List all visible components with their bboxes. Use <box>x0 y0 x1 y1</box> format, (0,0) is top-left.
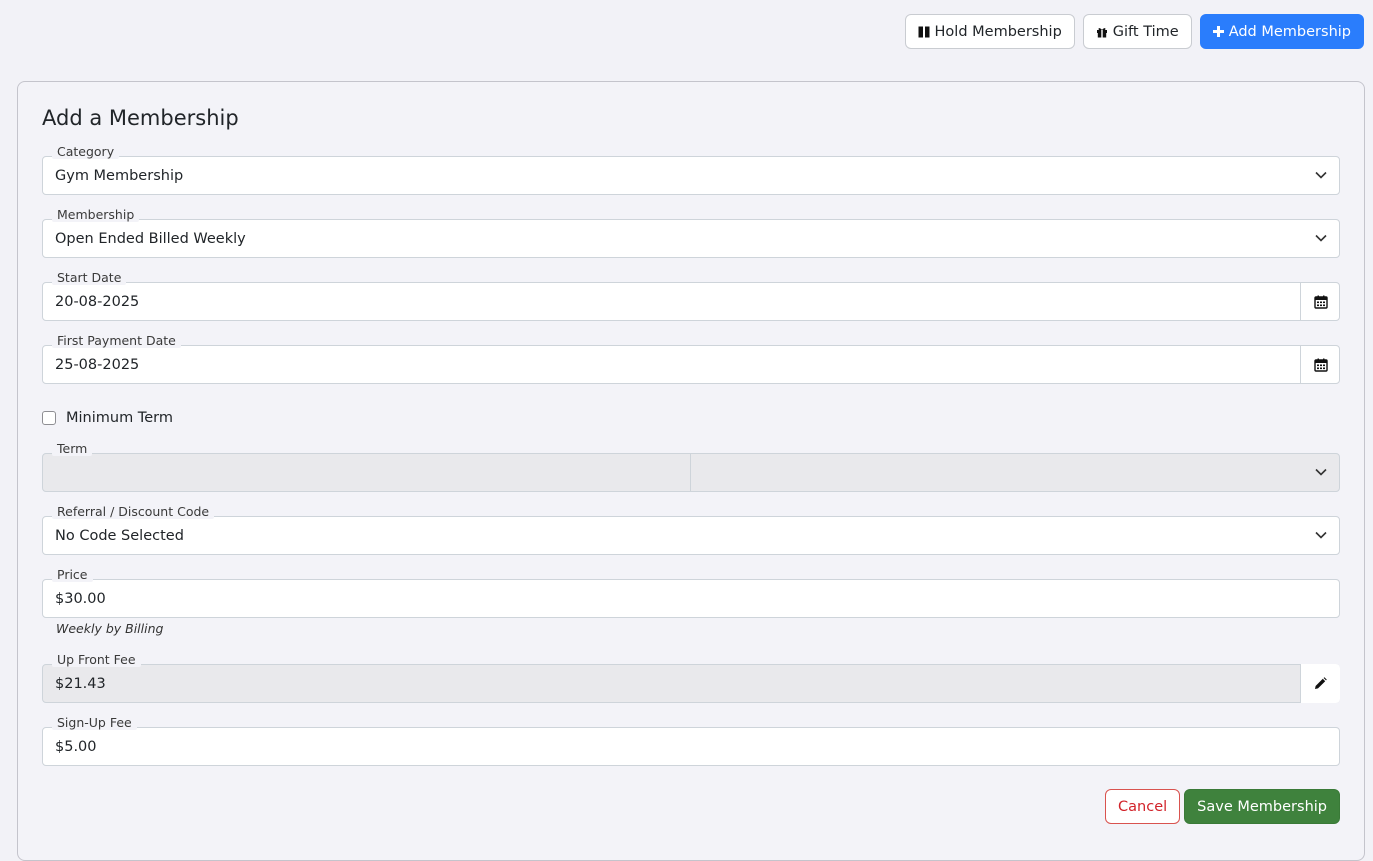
minimum-term-label[interactable]: Minimum Term <box>66 410 173 426</box>
first-payment-date-value: 25-08-2025 <box>55 356 140 373</box>
hold-membership-label: Hold Membership <box>934 23 1062 40</box>
term-field: Term <box>42 441 1340 492</box>
add-membership-button[interactable]: Add Membership <box>1199 14 1364 49</box>
sign-up-fee-input[interactable]: Sign-Up Fee $5.00 <box>42 715 1340 766</box>
up-front-fee-box <box>42 664 1340 703</box>
price-help-text: Weekly by Billing <box>56 621 164 636</box>
add-membership-card: Add a Membership Category Gym Membership… <box>17 81 1365 861</box>
pause-icon <box>918 26 930 38</box>
term-box <box>42 453 1340 492</box>
cancel-button[interactable]: Cancel <box>1105 789 1181 824</box>
start-date-box <box>42 282 1340 321</box>
category-select-box <box>42 156 1340 195</box>
toolbar: Hold Membership Gift Time Add Membership <box>904 14 1364 49</box>
chevron-down-icon <box>1315 468 1327 476</box>
chevron-down-icon <box>1315 171 1327 179</box>
referral-code-value: No Code Selected <box>55 527 184 544</box>
gift-time-label: Gift Time <box>1112 23 1179 40</box>
up-front-fee-field: Up Front Fee $21.43 <box>42 652 1340 703</box>
save-membership-button[interactable]: Save Membership <box>1184 789 1340 824</box>
category-value: Gym Membership <box>55 167 184 184</box>
add-membership-label: Add Membership <box>1228 23 1351 40</box>
first-payment-date-box <box>42 345 1340 384</box>
minimum-term-row: Minimum Term <box>42 410 173 426</box>
hold-membership-button[interactable]: Hold Membership <box>904 14 1075 49</box>
referral-code-box <box>42 516 1340 555</box>
chevron-down-icon <box>1315 234 1327 242</box>
up-front-fee-edit-button[interactable] <box>1300 664 1340 703</box>
term-divider <box>690 453 691 492</box>
price-value: $30.00 <box>55 590 106 607</box>
gift-icon <box>1096 26 1108 38</box>
start-date-calendar-button[interactable] <box>1300 282 1340 321</box>
category-select[interactable]: Category Gym Membership <box>42 144 1340 195</box>
card-title: Add a Membership <box>42 106 239 130</box>
plus-icon <box>1212 26 1224 37</box>
calendar-icon <box>1313 358 1328 372</box>
form-actions: Cancel Save Membership <box>1105 789 1340 824</box>
start-date-value: 20-08-2025 <box>55 293 140 310</box>
first-payment-date-calendar-button[interactable] <box>1300 345 1340 384</box>
term-label: Term <box>52 441 93 456</box>
gift-time-button[interactable]: Gift Time <box>1082 14 1192 49</box>
start-date-field[interactable]: Start Date 20-08-2025 <box>42 270 1340 321</box>
minimum-term-checkbox[interactable] <box>42 411 56 425</box>
price-input[interactable]: Price $30.00 <box>42 567 1340 618</box>
chevron-down-icon <box>1315 531 1327 539</box>
sign-up-fee-box <box>42 727 1340 766</box>
pencil-icon <box>1315 677 1327 689</box>
calendar-icon <box>1313 295 1328 309</box>
price-box <box>42 579 1340 618</box>
first-payment-date-field[interactable]: First Payment Date 25-08-2025 <box>42 333 1340 384</box>
membership-select[interactable]: Membership Open Ended Billed Weekly <box>42 207 1340 258</box>
sign-up-fee-value: $5.00 <box>55 738 97 755</box>
membership-value: Open Ended Billed Weekly <box>55 230 246 247</box>
up-front-fee-value: $21.43 <box>55 675 106 692</box>
referral-code-select[interactable]: Referral / Discount Code No Code Selecte… <box>42 504 1340 555</box>
